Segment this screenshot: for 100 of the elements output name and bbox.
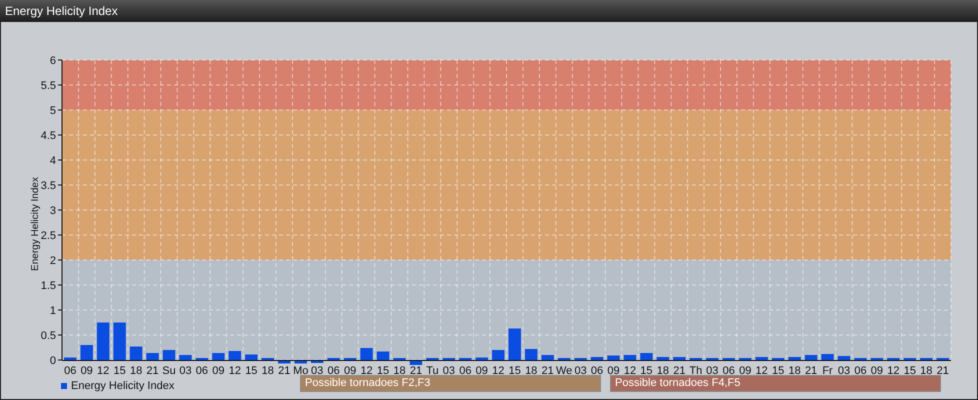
- bar: [410, 361, 422, 365]
- x-tick-label: 18: [262, 365, 274, 375]
- bar: [113, 322, 126, 360]
- x-tick-label: 15: [904, 365, 916, 375]
- legend-label: Energy Helicity Index: [71, 379, 174, 394]
- tornado-zone-label: Possible tornadoes F4,F5: [610, 375, 941, 392]
- bar: [656, 357, 670, 360]
- bar: [294, 361, 307, 364]
- bar: [508, 328, 521, 360]
- bar: [80, 345, 93, 360]
- y-tick-label: 5.5: [40, 80, 56, 92]
- x-tick-label: 03: [706, 365, 718, 375]
- x-tick-label: 09: [870, 365, 884, 375]
- x-tick-label: Th: [689, 365, 702, 375]
- bar: [590, 357, 604, 360]
- window-title: Energy Helicity Index: [5, 3, 118, 20]
- x-tick-label: 12: [756, 365, 768, 375]
- x-tick-label: Fr: [822, 365, 833, 375]
- bar: [476, 358, 488, 360]
- x-tick-label: 18: [788, 365, 801, 375]
- bar: [788, 357, 801, 360]
- bar: [146, 353, 159, 360]
- x-tick-label: 18: [920, 365, 932, 375]
- y-tick-label: 2.5: [40, 230, 56, 242]
- x-tick-label: We: [556, 365, 572, 375]
- y-tick-label: 5: [50, 105, 56, 117]
- x-tick-label: 21: [410, 365, 422, 375]
- x-tick-label: 12: [887, 365, 900, 375]
- x-tick-label: 15: [772, 365, 784, 375]
- x-tick-label: Tu: [426, 365, 439, 375]
- x-tick-label: 03: [179, 365, 192, 375]
- y-axis-title: Energy Helicity Index: [30, 177, 41, 271]
- x-tick-label: 03: [574, 365, 587, 375]
- x-tick-label: Su: [162, 365, 176, 375]
- x-tick-label: 03: [838, 365, 850, 375]
- bar: [524, 349, 538, 360]
- y-tick-label: 4: [50, 155, 56, 167]
- x-tick-label: 21: [542, 365, 554, 375]
- bar: [245, 354, 258, 360]
- tornado-zone-label: Possible tornadoes F2,F3: [300, 375, 601, 392]
- x-tick-label: 15: [640, 365, 653, 375]
- y-tick-label: 3: [50, 205, 56, 217]
- bar: [607, 356, 620, 360]
- x-tick-label: 09: [80, 365, 93, 375]
- x-tick-label: 06: [722, 365, 735, 375]
- x-tick-label: 18: [393, 365, 406, 375]
- y-tick-label: 3.5: [40, 180, 56, 192]
- bar: [179, 355, 192, 360]
- y-tick-label: 0.5: [40, 330, 56, 342]
- y-tick-label: 1.5: [40, 280, 56, 292]
- x-tick-label: 12: [228, 365, 241, 375]
- bar: [541, 355, 554, 360]
- x-tick-label: 15: [114, 365, 126, 375]
- x-tick-label: 12: [624, 365, 636, 375]
- bar: [360, 348, 373, 360]
- x-tick-label: 15: [245, 365, 258, 375]
- y-tick-label: 1: [50, 305, 56, 317]
- x-tick-label: 06: [459, 365, 472, 375]
- bar: [64, 358, 76, 360]
- bar: [640, 353, 653, 360]
- y-tick-label: 6: [50, 55, 56, 67]
- x-tick-label: 06: [854, 365, 867, 375]
- bar: [838, 356, 850, 360]
- x-tick-label: 18: [525, 365, 538, 375]
- x-tick-label: 06: [328, 365, 340, 375]
- x-tick-label: 09: [212, 365, 225, 375]
- x-tick-label: 12: [492, 365, 504, 375]
- x-tick-label: 21: [146, 365, 159, 375]
- x-tick-label: 15: [508, 365, 521, 375]
- x-tick-label: Mo: [293, 365, 308, 375]
- bar: [624, 355, 636, 360]
- bar: [492, 350, 504, 360]
- x-tick-label: 21: [278, 365, 290, 375]
- bar: [804, 355, 818, 360]
- x-tick-label: 06: [196, 365, 208, 375]
- x-tick-label: 12: [360, 365, 373, 375]
- y-tick-label: 4.5: [40, 130, 56, 142]
- x-tick-label: 03: [442, 365, 455, 375]
- x-tick-label: 21: [804, 365, 818, 375]
- bar: [376, 352, 390, 360]
- x-tick-label: 12: [97, 365, 110, 375]
- bar: [755, 357, 768, 360]
- x-tick-label: 09: [476, 365, 488, 375]
- x-tick-label: 18: [130, 365, 142, 375]
- x-tick-label: 21: [673, 365, 686, 375]
- bar: [162, 350, 176, 360]
- bar: [673, 357, 686, 360]
- bar: [278, 361, 290, 364]
- bar: [821, 354, 834, 360]
- x-tick-label: 09: [344, 365, 356, 375]
- bar: [130, 346, 142, 360]
- x-tick-label: 06: [590, 365, 604, 375]
- x-tick-label: 18: [656, 365, 670, 375]
- x-tick-label: 21: [936, 365, 949, 375]
- x-tick-label: 09: [607, 365, 620, 375]
- x-tick-label: 15: [376, 365, 390, 375]
- bar: [96, 322, 110, 360]
- x-tick-label: 06: [64, 365, 76, 375]
- bar: [212, 353, 225, 360]
- x-tick-label: 03: [311, 365, 324, 375]
